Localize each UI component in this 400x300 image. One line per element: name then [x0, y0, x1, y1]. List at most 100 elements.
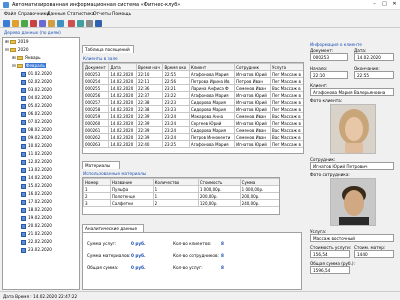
tree-day-item[interactable]: 08.02.2020: [21, 126, 52, 134]
table-cell: 1 000,00р.: [197, 185, 241, 193]
tree-day-item[interactable]: 15.02.2020: [21, 182, 52, 190]
tab-visits[interactable]: Таблица посещений: [82, 45, 134, 53]
tree-day-label: 07.02.2020: [28, 119, 52, 124]
materials-column-header[interactable]: Номер: [83, 178, 111, 186]
start-field[interactable]: 22:10: [310, 71, 348, 79]
visits-column-header[interactable]: Клиент: [188, 63, 236, 71]
tree-day-item[interactable]: 06.02.2020: [21, 110, 52, 118]
visits-column-header[interactable]: Услуга: [270, 63, 303, 71]
tree-day-item[interactable]: 10.02.2020: [21, 142, 52, 150]
menu-reference[interactable]: Справочники: [18, 12, 49, 17]
table-row[interactable]: 000260 14.02.2020 22:39 23:24 Сергеев Юрий Иг…: [83, 119, 303, 127]
tree-view[interactable]: ⊞ 2019 ⊟ 2020 ⊞ Январь ⊟ Февраль 01.02.2…: [2, 37, 80, 290]
report-icon[interactable]: [77, 20, 84, 27]
visits-table[interactable]: Документ Дата Время нач Время око Клиент Сотр…: [82, 62, 304, 154]
tree-year-2019[interactable]: ⊞ 2019: [5, 38, 29, 46]
tab-materials[interactable]: Материалы: [82, 161, 120, 169]
visits-grid[interactable]: Документ Дата Время нач Время око Клиент Сотр…: [83, 63, 303, 148]
calendar-icon: [21, 231, 26, 237]
tree-day-item[interactable]: 11.02.2020: [21, 150, 52, 158]
table-row[interactable]: 000256 14.02.2020 22:37 23:22 Агафонова Мари…: [83, 91, 303, 99]
table-row[interactable]: 000261 14.02.2020 22:39 23:24 Сидорова Мария…: [83, 126, 303, 134]
table-row[interactable]: 000255 14.02.2020 22:36 23:21 Ларина Анфиса …: [83, 84, 303, 92]
table-cell: 1: [152, 192, 199, 200]
materials-table[interactable]: Номер Название Количество Стоимость Сумма 1П…: [82, 177, 280, 215]
tree-day-item[interactable]: 05.02.2020: [21, 102, 52, 110]
tree-header: Дерево данных (по дням): [4, 30, 61, 35]
tree-day-item[interactable]: 14.02.2020: [21, 174, 52, 182]
minimize-button[interactable]: –: [370, 1, 379, 8]
materials-column-header[interactable]: Сумма: [239, 178, 279, 186]
open-icon[interactable]: [3, 20, 10, 27]
staff-photo-label: Фото сотрудника:: [310, 172, 350, 177]
delete-icon[interactable]: [30, 20, 37, 27]
tree-day-item[interactable]: 19.02.2020: [21, 214, 52, 222]
tree-day-item[interactable]: 01.02.2020: [21, 70, 52, 78]
table-cell: 22:55: [162, 70, 190, 78]
add-icon[interactable]: [21, 20, 28, 27]
cost-field[interactable]: 156,54: [310, 250, 350, 258]
refresh-icon[interactable]: [57, 20, 64, 27]
visits-column-header[interactable]: Сотрудник: [234, 63, 272, 71]
table-row[interactable]: 1 Пульфа 1 1 000,00р. 1 000,00р.: [83, 185, 279, 193]
service-field[interactable]: Массаж восточный: [310, 234, 394, 242]
tab-analytics[interactable]: Аналитические данные: [82, 224, 144, 232]
tree-day-item[interactable]: 23.02.2020: [21, 246, 52, 254]
chart-icon[interactable]: [68, 20, 75, 27]
menu-help[interactable]: Помощь: [112, 12, 131, 17]
edit-icon[interactable]: [48, 20, 55, 27]
materials-column-header[interactable]: Количество: [152, 178, 199, 186]
user-icon[interactable]: [39, 20, 46, 27]
tree-day-item[interactable]: 20.02.2020: [21, 222, 52, 230]
table-cell: Агафонова Мария: [188, 70, 236, 78]
menu-data[interactable]: Данные: [47, 12, 65, 17]
menu-statistics[interactable]: Статистика: [67, 12, 95, 17]
menu-reports[interactable]: Отчеты: [93, 12, 111, 17]
tree-day-item[interactable]: 22.02.2020: [21, 238, 52, 246]
staff-field[interactable]: Игнатов Юрий Петрович: [310, 162, 394, 170]
doc-field[interactable]: 000253: [310, 53, 348, 61]
table-row[interactable]: 3 Салфетки 2 120,00р. 240,00р.: [83, 199, 279, 207]
tree-day-item[interactable]: 04.02.2020: [21, 94, 52, 102]
tree-year-2020[interactable]: ⊟ 2020: [5, 46, 29, 54]
end-field[interactable]: 22:55: [354, 71, 394, 79]
tree-day-item[interactable]: 09.02.2020: [21, 134, 52, 142]
table-row[interactable]: 000254 14.02.2020 22:11 22:56 Петрова Ирина …: [83, 77, 303, 85]
table-row[interactable]: 000253 14.02.2020 22:10 22:55 Агафонова Мари…: [83, 70, 303, 78]
materials-column-header[interactable]: Стоимость: [197, 178, 241, 186]
table-row[interactable]: 000258 14.02.2020 22:38 23:23 Сидорова Мария…: [83, 105, 303, 113]
materials-cost-field[interactable]: 1440: [354, 250, 394, 258]
table-row[interactable]: 2 Полотенце 1 200,00р. 200,00р.: [83, 192, 279, 200]
tree-day-item[interactable]: 12.02.2020: [21, 158, 52, 166]
print-icon[interactable]: [86, 20, 93, 27]
visits-column-header[interactable]: Время око: [162, 63, 190, 71]
tree-day-item[interactable]: 02.02.2020: [21, 78, 52, 86]
table-cell: 14.02.2020: [108, 70, 137, 78]
table-row[interactable]: 000259 14.02.2020 22:39 23:24 Макарова Анна С…: [83, 112, 303, 120]
table-row[interactable]: 000262 14.02.2020 22:39 23:24 Петров Иннокен…: [83, 133, 303, 141]
tree-month-february[interactable]: ⊟ Февраль: [12, 62, 46, 70]
materials-column-header[interactable]: Название: [109, 178, 154, 186]
menu-file[interactable]: Файл: [4, 12, 16, 17]
tree-day-item[interactable]: 13.02.2020: [21, 166, 52, 174]
tree-day-item[interactable]: 21.02.2020: [21, 230, 52, 238]
date-field[interactable]: 14.02.2020: [354, 53, 394, 61]
table-row[interactable]: 000263 14.02.2020 22:40 23:25 Агафонова Мари…: [83, 140, 303, 148]
table-row[interactable]: 000257 14.02.2020 22:38 23:23 Сидорова Мария…: [83, 98, 303, 106]
maximize-button[interactable]: □: [380, 1, 389, 8]
tree-day-item[interactable]: 18.02.2020: [21, 206, 52, 214]
tree-day-item[interactable]: 03.02.2020: [21, 86, 52, 94]
visits-column-header[interactable]: Дата: [108, 63, 137, 71]
help-icon[interactable]: [95, 20, 102, 27]
folder-icon[interactable]: [12, 20, 19, 27]
total-field[interactable]: 1596,54: [310, 266, 350, 274]
table-cell: Сергеев Юрий: [188, 119, 236, 127]
visits-column-header[interactable]: Документ: [83, 63, 110, 71]
tree-day-item[interactable]: 16.02.2020: [21, 190, 52, 198]
tree-day-item[interactable]: 07.02.2020: [21, 118, 52, 126]
visits-column-header[interactable]: Время нач: [135, 63, 164, 71]
tree-month-january[interactable]: ⊞ Январь: [12, 54, 41, 62]
close-button[interactable]: ✕: [390, 1, 399, 8]
client-field[interactable]: Агафонова Мария Валерьяновна: [310, 88, 394, 96]
tree-day-item[interactable]: 17.02.2020: [21, 198, 52, 206]
